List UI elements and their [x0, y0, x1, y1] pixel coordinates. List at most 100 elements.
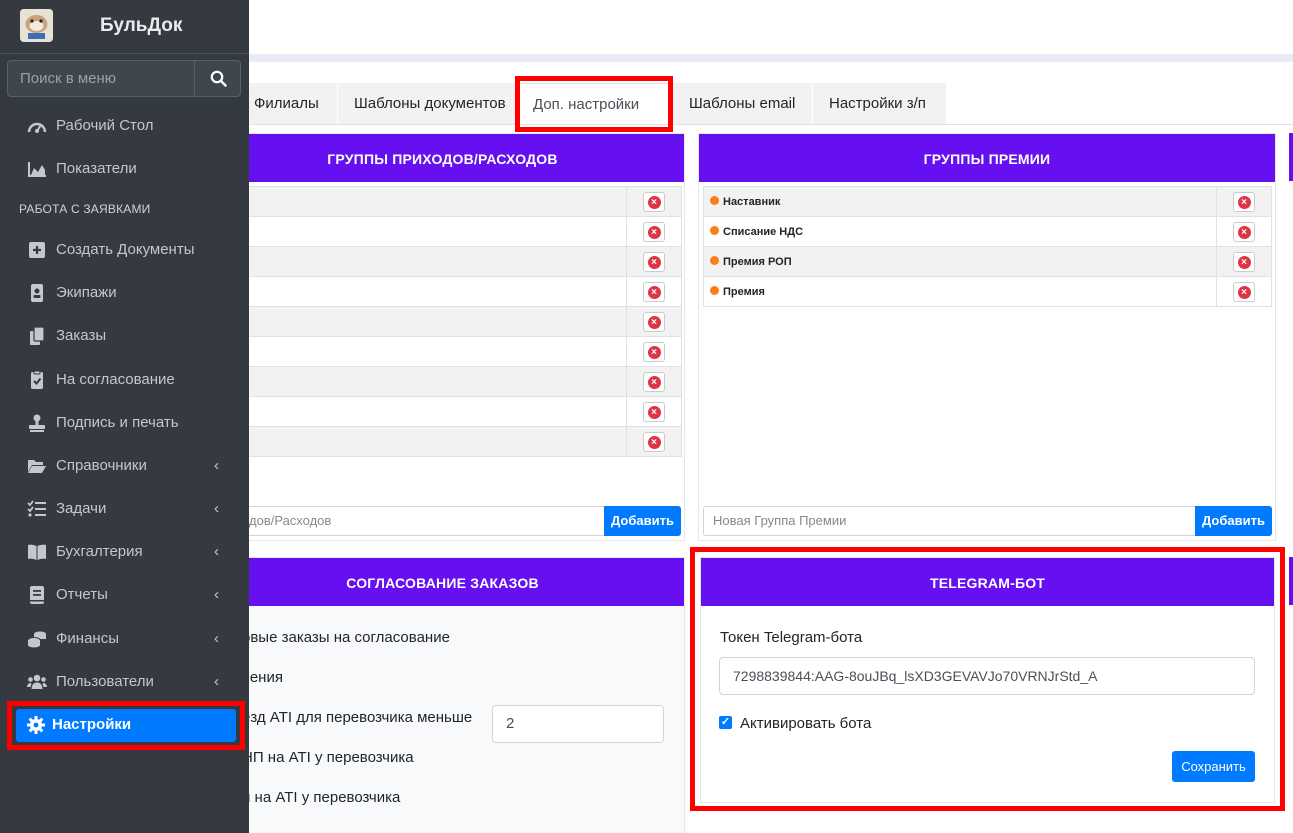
status-dot-icon	[710, 196, 719, 206]
action-cell: ×	[626, 336, 682, 367]
sidebar-item-label: Финансы	[56, 630, 119, 647]
delete-group-button[interactable]: ×	[1233, 221, 1255, 242]
times-circle-icon: ×	[1237, 285, 1251, 299]
times-circle-icon: ×	[1237, 225, 1251, 239]
book-open-icon	[28, 544, 46, 560]
chevron-left-icon: ‹	[214, 543, 219, 560]
folder-open-icon	[28, 460, 46, 473]
search-button[interactable]	[194, 61, 240, 96]
sidebar-item-label: Создать Документы	[56, 241, 195, 258]
add-income-group-button[interactable]: Добавить	[604, 506, 681, 536]
new-income-group-input[interactable]: дов/Расходов	[239, 506, 605, 536]
delete-group-button[interactable]: ×	[1233, 281, 1255, 302]
sidebar-item-label: На согласование	[56, 371, 175, 388]
times-circle-icon: ×	[647, 255, 661, 269]
times-circle-icon: ×	[647, 375, 661, 389]
times-circle-icon: ×	[1237, 195, 1251, 209]
search-input[interactable]: Поиск в меню	[20, 70, 116, 87]
table-row: ×	[201, 426, 682, 457]
tab-salary-settings[interactable]: Настройки з/п	[813, 83, 947, 125]
action-cell: ×	[1216, 186, 1272, 217]
sidebar-item-label: Задачи	[56, 500, 107, 517]
sidebar-item-finance[interactable]: Финансы ‹	[0, 619, 249, 659]
action-cell: ×	[626, 366, 682, 397]
sidebar-item-create-docs[interactable]: Создать Документы	[0, 230, 249, 270]
activate-bot-checkbox[interactable]: ✓	[719, 716, 732, 729]
order-approval-title: СОГЛАСОВАНИЕ ЗАКАЗОВ	[201, 558, 684, 606]
tachometer-icon	[27, 122, 47, 133]
telegram-title: TELEGRAM-БОТ	[701, 558, 1274, 606]
income-groups-card: ГРУППЫ ПРИХОДОВ/РАСХОДОВ × × × × × × × × × дов/Р…	[200, 133, 685, 541]
chevron-left-icon: ‹	[214, 457, 219, 474]
id-badge-icon	[31, 284, 43, 302]
sidebar-search[interactable]: Поиск в меню	[7, 60, 241, 97]
add-bonus-group-button[interactable]: Добавить	[1195, 506, 1272, 536]
sidebar-item-label: Бухгалтерия	[56, 543, 143, 560]
clipboard-check-icon	[31, 371, 43, 389]
telegram-token-input[interactable]: 7298839844:AAG-8ouJBq_lsXD3GEVAVJo70VRNJ…	[719, 657, 1255, 695]
table-row: ×	[201, 276, 682, 307]
group-name-cell: Премия	[703, 276, 1217, 307]
delete-group-button[interactable]: ×	[643, 281, 665, 302]
sidebar-item-orders[interactable]: Заказы	[0, 316, 249, 356]
delete-group-button[interactable]: ×	[643, 311, 665, 332]
copy-icon	[30, 327, 45, 345]
delete-group-button[interactable]: ×	[643, 401, 665, 422]
sidebar: БульДок Поиск в меню Рабочий Стол Показа…	[0, 0, 249, 833]
tab-extra-settings[interactable]: Доп. настройки	[516, 83, 673, 125]
sidebar-item-metrics[interactable]: Показатели	[0, 149, 249, 189]
status-dot-icon	[710, 226, 719, 236]
delete-group-button[interactable]: ×	[643, 191, 665, 212]
tab-branches[interactable]: Филиалы	[238, 83, 338, 125]
sidebar-item-tasks[interactable]: Задачи ‹	[0, 489, 249, 529]
chevron-left-icon: ‹	[214, 673, 219, 690]
users-icon	[27, 674, 47, 689]
brand[interactable]: БульДок	[0, 0, 249, 54]
group-name: Наставник	[723, 195, 781, 208]
table-row: ×	[201, 246, 682, 277]
group-name-cell	[201, 366, 627, 397]
income-groups-title: ГРУППЫ ПРИХОДОВ/РАСХОДОВ	[201, 134, 684, 182]
sidebar-item-settings[interactable]: Настройки	[16, 709, 236, 742]
tabs-divider	[238, 124, 1293, 125]
tab-email-templates[interactable]: Шаблоны email	[673, 83, 813, 125]
brand-logo	[20, 9, 53, 42]
sidebar-item-label: Экипажи	[56, 284, 117, 301]
group-name-cell	[201, 186, 627, 217]
sidebar-item-label: Настройки	[52, 716, 132, 733]
action-cell: ×	[626, 426, 682, 457]
group-name-cell	[201, 216, 627, 247]
table-row: ×	[201, 336, 682, 367]
bonus-groups-card: ГРУППЫ ПРЕМИИ Наставник × Списание НДС × Пре…	[698, 133, 1276, 541]
bonus-groups-table: Наставник × Списание НДС × Премия РОП × Премия…	[703, 186, 1272, 307]
sidebar-item-references[interactable]: Справочники ‹	[0, 446, 249, 486]
sidebar-item-accounting[interactable]: Бухгалтерия ‹	[0, 532, 249, 572]
delete-group-button[interactable]: ×	[1233, 191, 1255, 212]
sidebar-item-label: Рабочий Стол	[56, 117, 154, 134]
sidebar-item-label: Пользователи	[56, 673, 154, 690]
ati-min-input[interactable]: 2	[492, 705, 664, 743]
delete-group-button[interactable]: ×	[1233, 251, 1255, 272]
activate-bot-label: Активировать бота	[740, 715, 872, 732]
sidebar-item-approval[interactable]: На согласование	[0, 360, 249, 400]
sidebar-item-sign[interactable]: Подпись и печать	[0, 403, 249, 443]
delete-group-button[interactable]: ×	[643, 221, 665, 242]
group-name-cell: Наставник	[703, 186, 1217, 217]
plus-square-icon	[29, 242, 45, 258]
new-bonus-group-input[interactable]: Новая Группа Премии	[703, 506, 1196, 536]
sidebar-item-users[interactable]: Пользователи ‹	[0, 662, 249, 702]
book-icon	[30, 586, 44, 604]
tab-document-templates[interactable]: Шаблоны документов	[338, 83, 516, 125]
sidebar-item-crews[interactable]: Экипажи	[0, 273, 249, 313]
action-cell: ×	[626, 186, 682, 217]
delete-group-button[interactable]: ×	[643, 371, 665, 392]
sidebar-item-reports[interactable]: Отчеты ‹	[0, 575, 249, 615]
group-name: Списание НДС	[723, 225, 804, 238]
sidebar-item-dashboard[interactable]: Рабочий Стол	[0, 106, 249, 146]
delete-group-button[interactable]: ×	[643, 431, 665, 452]
save-telegram-button[interactable]: Сохранить	[1172, 751, 1255, 782]
times-circle-icon: ×	[647, 405, 661, 419]
delete-group-button[interactable]: ×	[643, 251, 665, 272]
delete-group-button[interactable]: ×	[643, 341, 665, 362]
times-circle-icon: ×	[647, 435, 661, 449]
